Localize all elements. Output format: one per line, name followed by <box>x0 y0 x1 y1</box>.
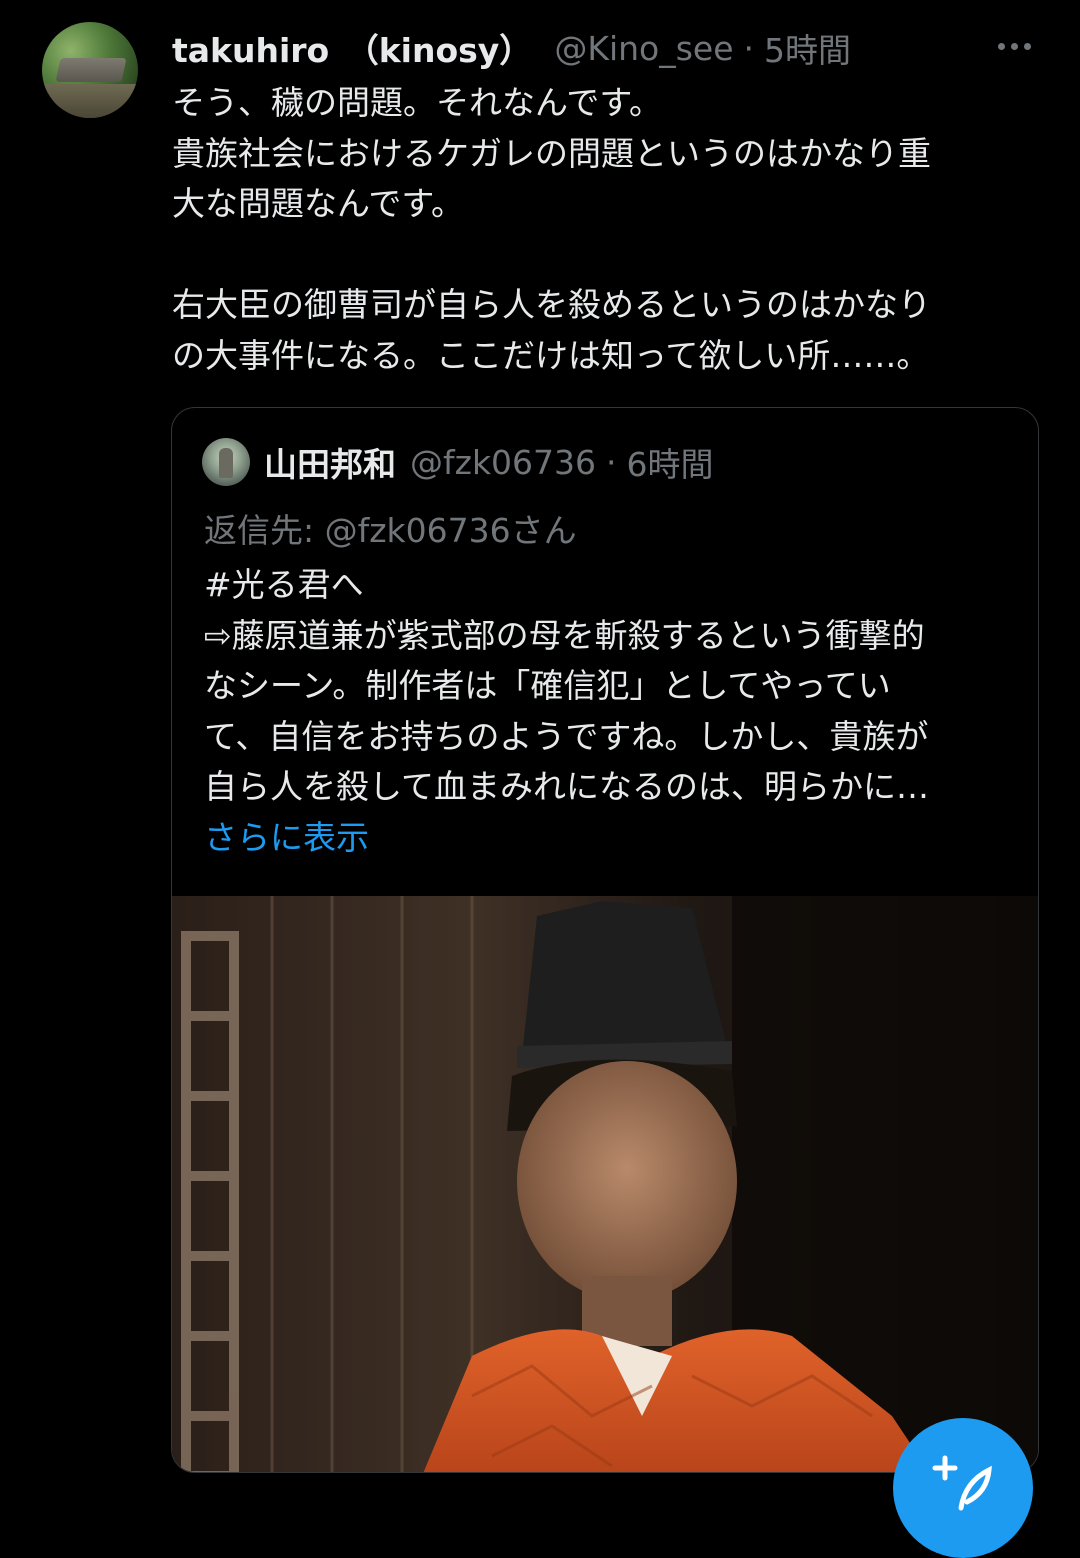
quoted-author-handle: @fzk06736 <box>410 442 597 482</box>
quoted-tweet-text: #光る君へ ⇨藤原道兼が紫式部の母を斬殺するという衝撃的 なシーン。制作者は「確… <box>204 560 1024 863</box>
quoted-tweet-photo[interactable] <box>172 896 1038 1472</box>
more-options-button[interactable] <box>998 28 1040 64</box>
quoted-author-avatar <box>202 438 250 486</box>
author-display-name[interactable]: takuhiro （kinosy） <box>172 24 532 72</box>
tweet[interactable]: takuhiro （kinosy） @Kino_see · 5時間 そう、穢の問… <box>0 0 1080 1558</box>
reply-to-label: 返信先: @fzk06736さん <box>204 511 577 550</box>
avatar-ground <box>42 84 138 118</box>
avatar-statue <box>219 448 233 478</box>
author-handle[interactable]: @Kino_see <box>554 29 733 68</box>
compose-button[interactable] <box>893 1418 1033 1558</box>
tweet-line: そう、穢の問題。それなんです。 <box>172 83 663 122</box>
quoted-tweet-timestamp: 6時間 <box>626 445 714 484</box>
tweet-line: の大事件になる。ここだけは知って欲しい所……。 <box>172 335 930 375</box>
author-avatar[interactable] <box>42 22 138 118</box>
compose-tweet-icon <box>932 1455 992 1511</box>
show-more-link[interactable]: さらに表示 <box>204 813 1024 864</box>
tweet-line: 右大臣の御曹司が自ら人を殺めるというのはかなり <box>172 285 931 324</box>
tweet-line: 貴族社会におけるケガレの問題というのはかなり重 <box>172 133 931 173</box>
quoted-tweet-line: 自ら人を殺して血まみれになるのは、明らかに… <box>204 767 930 806</box>
photo-illustration <box>172 896 1038 1472</box>
quoted-author-display-name: 山田邦和 <box>264 445 396 484</box>
quoted-tweet-line: #光る君へ <box>204 565 364 604</box>
more-horizontal-icon <box>998 28 1040 64</box>
quoted-tweet[interactable]: 山田邦和 @fzk06736 · 6時間 返信先: @fzk06736さん #光… <box>171 407 1039 1473</box>
tweet-text: そう、穢の問題。それなんです。 貴族社会におけるケガレの問題というのはかなり重 … <box>172 78 1042 381</box>
quoted-tweet-header: 山田邦和 @fzk06736 · 6時間 <box>202 438 714 486</box>
tweet-header: takuhiro （kinosy） @Kino_see · 5時間 <box>172 24 851 72</box>
quoted-tweet-line: ⇨藤原道兼が紫式部の母を斬殺するという衝撃的 <box>204 615 925 655</box>
quoted-header-separator: · <box>606 442 617 482</box>
tweet-line: 大な問題なんです。 <box>172 184 465 223</box>
header-separator: · <box>743 28 755 68</box>
quoted-tweet-line: て、自信をお持ちのようですね。しかし、貴族が <box>204 716 929 756</box>
tweet-timestamp[interactable]: 5時間 <box>764 24 851 72</box>
quoted-tweet-line: なシーン。制作者は「確信犯」としてやってい <box>204 666 891 705</box>
avatar-stone <box>55 58 127 82</box>
